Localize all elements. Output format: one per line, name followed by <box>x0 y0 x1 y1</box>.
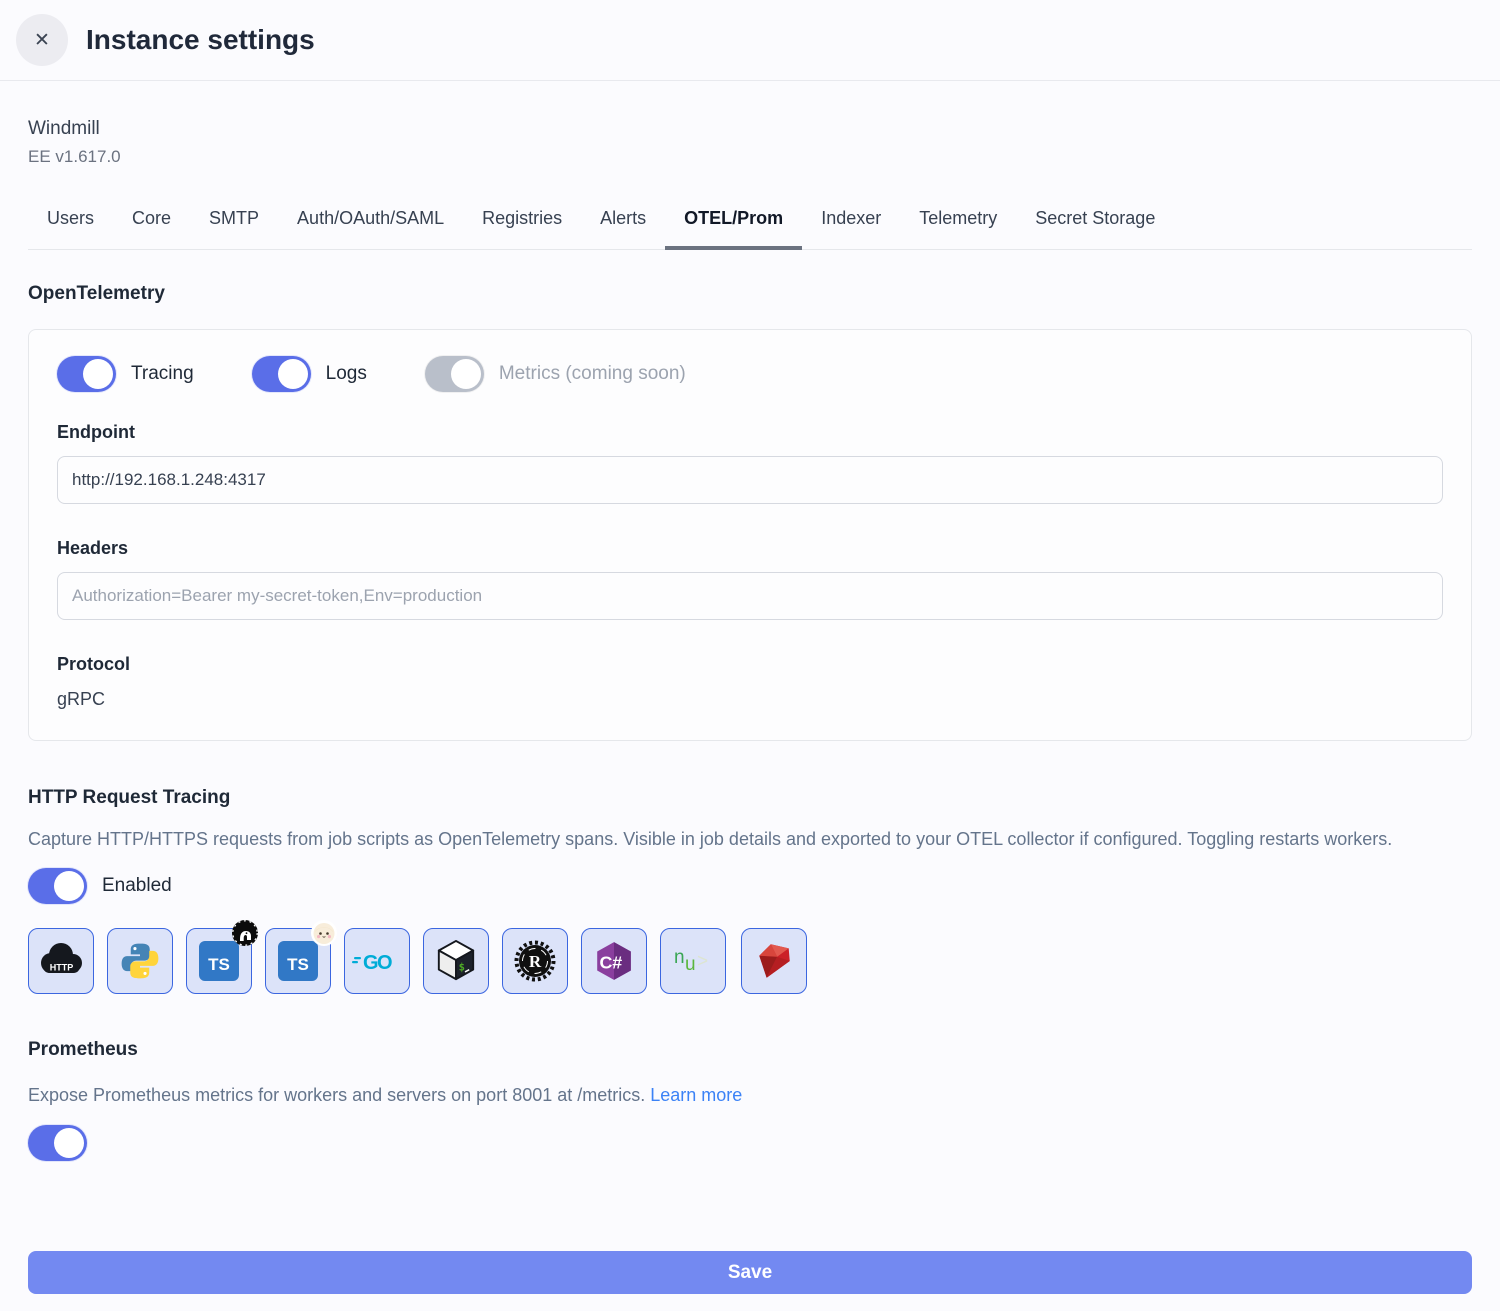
headers-label: Headers <box>57 538 1443 559</box>
http-tracing-enabled-toggle[interactable] <box>28 868 87 904</box>
lang-rust-button[interactable]: R <box>502 928 568 994</box>
svg-text:n: n <box>674 947 685 968</box>
lang-csharp-button[interactable]: C# <box>581 928 647 994</box>
headers-input[interactable] <box>57 572 1443 620</box>
lang-go-button[interactable]: GO <box>344 928 410 994</box>
prometheus-heading: Prometheus <box>28 1039 1472 1061</box>
prometheus-toggle[interactable] <box>28 1125 87 1161</box>
bash-icon: $ <box>435 938 477 984</box>
endpoint-label: Endpoint <box>57 422 1443 443</box>
page-title: Instance settings <box>86 24 315 56</box>
svg-text:TS: TS <box>287 955 309 974</box>
prometheus-description-text: Expose Prometheus metrics for workers an… <box>28 1085 650 1105</box>
http-tracing-description: Capture HTTP/HTTPS requests from job scr… <box>28 826 1448 853</box>
tab-alerts[interactable]: Alerts <box>581 196 665 250</box>
close-icon: ✕ <box>34 29 50 52</box>
settings-tab-bar: Users Core SMTP Auth/OAuth/SAML Registri… <box>28 196 1472 250</box>
tab-registries[interactable]: Registries <box>463 196 581 250</box>
python-icon <box>119 940 161 982</box>
save-button[interactable]: Save <box>28 1251 1472 1294</box>
opentelemetry-heading: OpenTelemetry <box>28 283 1472 305</box>
tab-telemetry[interactable]: Telemetry <box>900 196 1016 250</box>
svg-text:u: u <box>685 954 696 975</box>
svg-text:HTTP: HTTP <box>50 963 74 973</box>
instance-version: EE v1.617.0 <box>28 147 1472 167</box>
close-button[interactable]: ✕ <box>16 14 68 66</box>
lang-deno-button[interactable]: TS <box>186 928 252 994</box>
svg-text:GO: GO <box>363 952 392 974</box>
endpoint-input[interactable] <box>57 456 1443 504</box>
go-icon: GO <box>352 948 402 974</box>
csharp-icon: C# <box>593 940 635 982</box>
lang-nushell-button[interactable]: n u > <box>660 928 726 994</box>
nushell-icon: n u > <box>670 944 716 978</box>
modal-header: ✕ Instance settings <box>0 0 1500 81</box>
tab-users[interactable]: Users <box>28 196 113 250</box>
lang-http-button[interactable]: HTTP <box>28 928 94 994</box>
svg-text:R: R <box>529 952 542 971</box>
metrics-toggle <box>425 356 484 392</box>
bun-badge-icon <box>310 919 338 947</box>
protocol-label: Protocol <box>57 654 1443 675</box>
typescript-icon: TS <box>199 941 239 981</box>
http-tracing-heading: HTTP Request Tracing <box>28 787 1472 809</box>
svg-text:C#: C# <box>599 952 622 972</box>
tab-secret-storage[interactable]: Secret Storage <box>1016 196 1174 250</box>
tracing-toggle-label: Tracing <box>131 363 194 385</box>
prometheus-description: Expose Prometheus metrics for workers an… <box>28 1082 1448 1109</box>
tab-auth-oauth-saml[interactable]: Auth/OAuth/SAML <box>278 196 463 250</box>
tracing-toggle[interactable] <box>57 356 116 392</box>
learn-more-link[interactable]: Learn more <box>650 1085 742 1105</box>
http-tracing-enabled-label: Enabled <box>102 875 172 897</box>
instance-name: Windmill <box>28 118 1472 140</box>
tab-core[interactable]: Core <box>113 196 190 250</box>
deno-badge-icon <box>231 919 259 947</box>
lang-bun-button[interactable]: TS <box>265 928 331 994</box>
tab-smtp[interactable]: SMTP <box>190 196 278 250</box>
svg-text:$: $ <box>459 962 465 974</box>
svg-text:TS: TS <box>208 955 230 974</box>
rust-icon: R <box>513 939 557 983</box>
language-selector-row: HTTP TS <box>28 928 1472 994</box>
metrics-toggle-label: Metrics (coming soon) <box>499 363 686 385</box>
tab-otel-prom[interactable]: OTEL/Prom <box>665 196 802 250</box>
http-icon: HTTP <box>35 942 87 980</box>
tab-indexer[interactable]: Indexer <box>802 196 900 250</box>
logs-toggle-label: Logs <box>326 363 367 385</box>
protocol-value: gRPC <box>57 689 1443 710</box>
ruby-icon <box>753 940 795 982</box>
svg-text:>: > <box>697 951 708 972</box>
opentelemetry-panel: Tracing Logs Metrics (coming soon) Endpo… <box>28 329 1472 741</box>
logs-toggle[interactable] <box>252 356 311 392</box>
lang-bash-button[interactable]: $ <box>423 928 489 994</box>
lang-python-button[interactable] <box>107 928 173 994</box>
typescript-icon: TS <box>278 941 318 981</box>
lang-ruby-button[interactable] <box>741 928 807 994</box>
